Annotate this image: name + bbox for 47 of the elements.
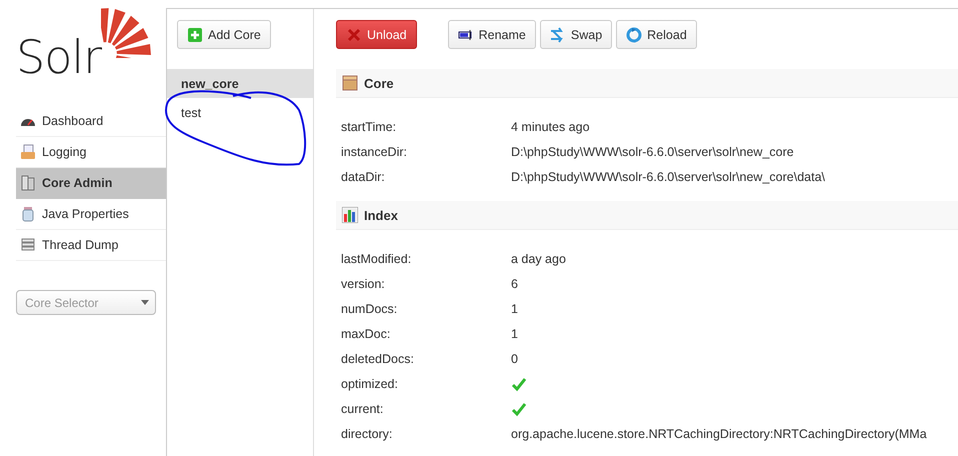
- action-button[interactable]: Swap: [540, 20, 612, 49]
- logo-text: Solr: [16, 34, 102, 80]
- sunburst-logo-icon: [101, 8, 152, 58]
- nav-item[interactable]: Thread Dump: [16, 230, 166, 261]
- package-icon: [342, 75, 358, 91]
- property-value: D:\phpStudy\WWW\solr-6.6.0\server\solr\new_core\data\: [511, 170, 826, 184]
- property-value: org.apache.lucene.store.NRTCachingDirectory:NRTCachingDirectory(MMa: [511, 426, 927, 440]
- stack-icon: [20, 237, 36, 253]
- property-value: 0: [511, 352, 518, 366]
- property-label: numDocs:: [341, 302, 398, 316]
- property-value: 6: [511, 276, 518, 290]
- section-title: Index: [364, 208, 398, 222]
- bar-chart-icon: [342, 207, 358, 223]
- add-core-button[interactable]: Add Core: [177, 20, 271, 49]
- section-title: Core: [364, 76, 394, 90]
- nav-item[interactable]: Java Properties: [16, 199, 166, 230]
- property-label: version:: [341, 276, 386, 290]
- refresh-icon: [626, 26, 642, 42]
- property-label: deletedDocs:: [341, 352, 415, 366]
- nav-item[interactable]: Core Admin: [16, 168, 166, 199]
- check-icon: [511, 376, 527, 392]
- property-label: startTime:: [341, 120, 398, 134]
- property-label: dataDir:: [341, 170, 386, 184]
- plus-icon: [187, 26, 203, 42]
- property-label: lastModified:: [341, 252, 412, 266]
- check-icon: [511, 400, 527, 416]
- core-list-item[interactable]: new_core: [167, 69, 313, 98]
- property-value: 1: [511, 302, 518, 316]
- core-list-item[interactable]: test: [167, 98, 313, 127]
- nav-item[interactable]: Dashboard: [16, 106, 166, 137]
- property-label: directory:: [341, 426, 394, 440]
- action-button[interactable]: Reload: [616, 20, 697, 49]
- action-button[interactable]: Rename: [448, 20, 536, 49]
- property-label: optimized:: [341, 376, 399, 390]
- property-value: D:\phpStudy\WWW\solr-6.6.0\server\solr\new_core: [511, 144, 794, 158]
- unload-button[interactable]: Unload: [336, 20, 417, 49]
- server-icon: [20, 175, 36, 191]
- property-label: instanceDir:: [341, 144, 408, 158]
- property-value: 1: [511, 326, 518, 340]
- property-label: current:: [341, 402, 384, 416]
- inbox-icon: [20, 144, 36, 160]
- property-value: 4 minutes ago: [511, 120, 590, 134]
- property-value: a day ago: [511, 252, 566, 266]
- close-icon: [346, 26, 362, 42]
- caret-icon: [141, 300, 149, 305]
- jar-icon: [20, 206, 36, 222]
- property-label: maxDoc:: [341, 326, 392, 340]
